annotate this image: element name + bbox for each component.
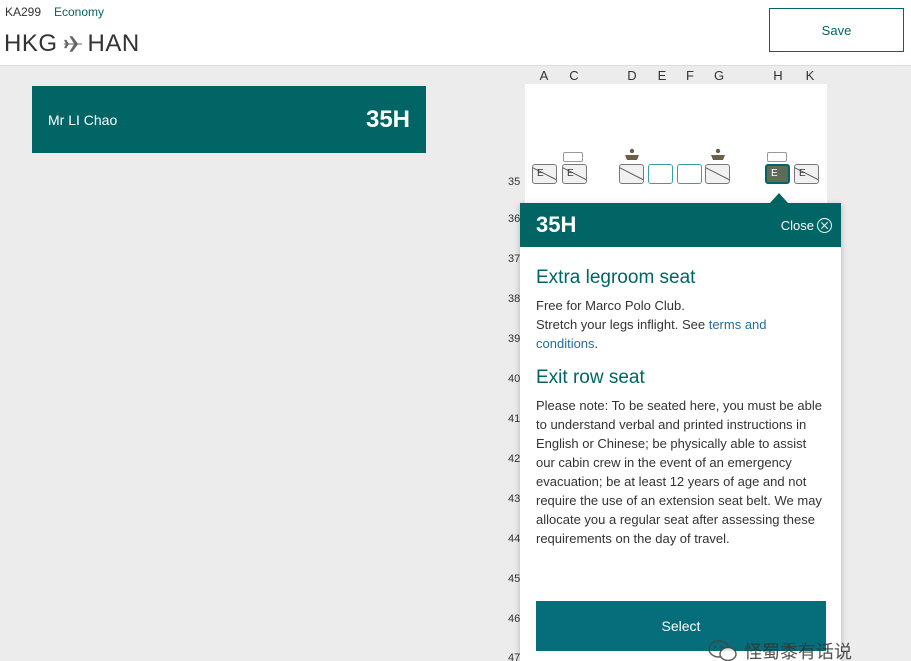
- extra-legroom-title: Extra legroom seat: [536, 267, 696, 288]
- extra-legroom-text: Free for Marco Polo Club. Stretch your l…: [536, 296, 825, 353]
- extra-legroom-line1: Free for Marco Polo Club.: [536, 298, 685, 313]
- passenger-seat: 35H: [365, 105, 410, 133]
- unavailable-strike: [706, 166, 729, 183]
- seat-info-popup: 35H Close Extra legroom seat Free for Ma…: [520, 203, 841, 661]
- column-letter: E: [657, 68, 667, 83]
- seat-column-headers: A C D E F G H K: [0, 68, 911, 84]
- popup-header: 35H Close: [520, 203, 841, 247]
- destination-code: HAN: [87, 30, 140, 57]
- save-button[interactable]: Save: [769, 8, 904, 52]
- row-number: 40: [508, 373, 521, 385]
- passenger-card[interactable]: Mr LI Chao 35H: [32, 86, 426, 153]
- seat-35c[interactable]: E: [562, 164, 587, 184]
- flight-header: KA299 Economy HKG HAN Save: [0, 0, 911, 66]
- row-number: 46: [508, 613, 521, 625]
- bassinet-icon: [711, 148, 725, 160]
- column-letter: H: [773, 68, 783, 83]
- seat-35h-selected[interactable]: E: [765, 164, 790, 184]
- seat-headrest: [767, 152, 787, 162]
- flight-number: KA299: [5, 5, 42, 19]
- popup-pointer: [770, 193, 788, 203]
- unavailable-strike: [563, 166, 586, 183]
- seat-headrest: [563, 152, 583, 162]
- watermark: 怪蜀黍有话说: [708, 638, 852, 661]
- seat-type-label: E: [771, 168, 778, 179]
- close-circle-icon[interactable]: [817, 217, 832, 233]
- popup-seat-number: 35H: [536, 212, 577, 237]
- seat-35d[interactable]: [619, 164, 644, 184]
- unavailable-strike: [533, 166, 556, 183]
- row-number: 37: [508, 253, 521, 265]
- row-number: 36: [508, 213, 521, 225]
- seat-type-label: E: [799, 168, 806, 179]
- seat-type-label: E: [567, 168, 574, 179]
- column-letter: D: [627, 68, 637, 83]
- column-letter: F: [686, 68, 694, 83]
- column-letter: C: [569, 68, 579, 83]
- unavailable-strike: [620, 166, 643, 183]
- unavailable-strike: [795, 166, 818, 183]
- extra-legroom-line2: Stretch your legs inflight. See: [536, 317, 709, 332]
- extra-legroom-end: .: [594, 336, 599, 351]
- bassinet-icon: [625, 148, 639, 160]
- origin-code: HKG: [4, 30, 58, 57]
- seat-35e[interactable]: [648, 164, 673, 184]
- column-letter: K: [805, 68, 815, 83]
- row-number: 43: [508, 493, 521, 505]
- exit-row-text: Please note: To be seated here, you must…: [536, 398, 822, 546]
- seat-35f[interactable]: [677, 164, 702, 184]
- row-number: 45: [508, 573, 521, 585]
- cabin-class: Economy: [54, 5, 105, 19]
- seat-type-label: E: [537, 168, 544, 179]
- row-number: 35: [508, 176, 521, 188]
- wechat-icon: [708, 640, 737, 661]
- row-number: 41: [508, 413, 521, 425]
- column-letter: A: [539, 68, 549, 83]
- watermark-text: 怪蜀黍有话说: [744, 642, 852, 661]
- passenger-name: Mr LI Chao: [48, 111, 118, 128]
- popup-body: Extra legroom seat Free for Marco Polo C…: [520, 267, 841, 548]
- passenger-panel: [5, 66, 502, 661]
- close-label: Close: [780, 217, 814, 233]
- row-number: 38: [508, 293, 521, 305]
- plane-icon: [63, 36, 82, 52]
- route: HKG HAN: [4, 30, 140, 58]
- close-button[interactable]: Close: [780, 217, 832, 233]
- row-number: 42: [508, 453, 521, 465]
- seat-35k[interactable]: E: [794, 164, 819, 184]
- column-letter: G: [713, 68, 725, 83]
- row-number: 44: [508, 533, 521, 545]
- seat-35a[interactable]: E: [532, 164, 557, 184]
- seat-35g[interactable]: [705, 164, 730, 184]
- row-number: 47: [508, 652, 521, 661]
- exit-row-title: Exit row seat: [536, 367, 645, 388]
- row-number: 39: [508, 333, 521, 345]
